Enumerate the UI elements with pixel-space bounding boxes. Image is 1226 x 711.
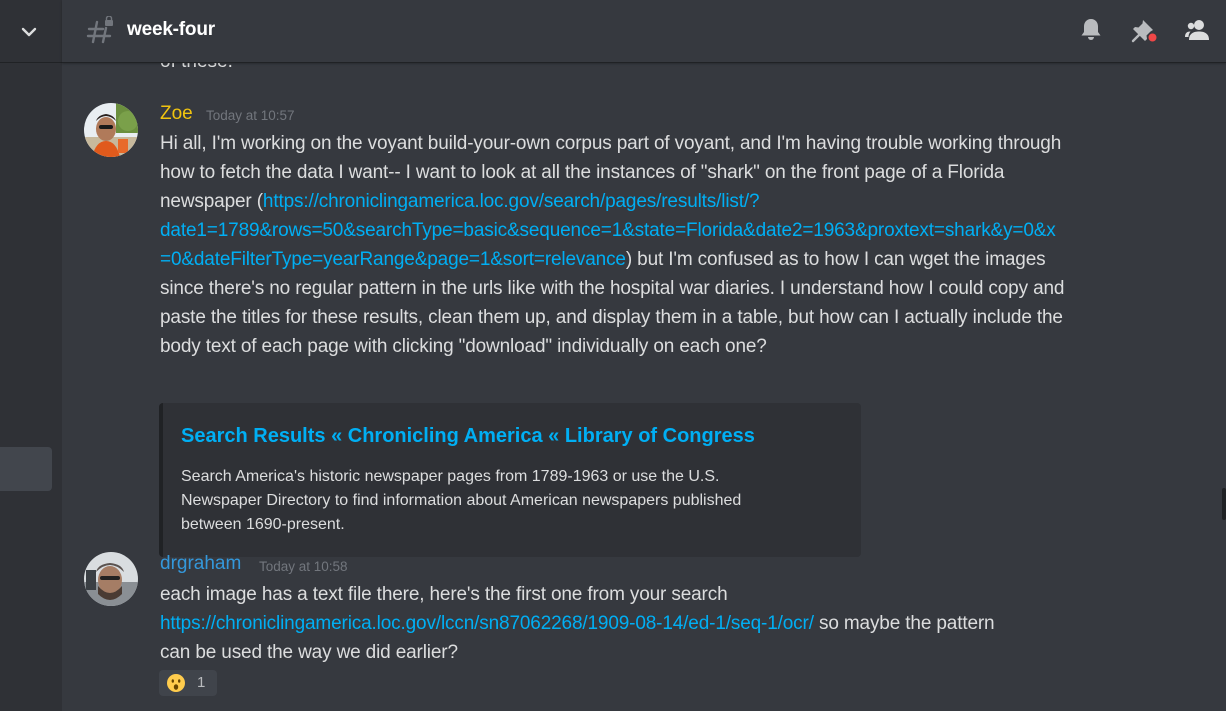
channel-name: week-four [127,19,215,40]
message-line: newspaper (https://chroniclingamerica.lo… [160,187,1160,216]
reaction-button[interactable]: 1 [159,670,217,696]
previous-message-fragment: of these. [160,63,233,73]
embed-description-line: Search America's historic newspaper page… [181,468,720,485]
reaction-count: 1 [197,674,206,691]
bell-icon[interactable] [1077,16,1105,44]
author-label[interactable]: drgraham [160,553,241,574]
message-line: each image has a text file there, here's… [160,584,728,605]
embed-description: Search America's historic newspaper page… [181,465,831,537]
message-content: Hi all, I'm working on the voyant build-… [160,129,1160,361]
message-line: https://chroniclingamerica.loc.gov/lccn/… [160,609,1160,638]
message-text: ) but I'm confused as to how I can wget … [625,249,1046,270]
timestamp: Today at 10:58 [259,559,348,574]
timestamp: Today at 10:57 [206,108,295,123]
author-label[interactable]: Zoe [160,103,193,124]
author-name[interactable]: Zoe [160,103,193,125]
message-content: each image has a text file there, here's… [160,580,1160,667]
hushed-face-icon [167,674,185,692]
message-line: can be used the way we did earlier? [160,642,458,663]
channel-header: week-four [62,0,1226,63]
sidebar-selected-item[interactable] [0,447,52,491]
message-line: since there's no regular pattern in the … [160,278,1065,299]
scrollbar-thumb[interactable] [1222,488,1226,520]
hash-locked-icon [86,16,113,44]
notification-dot [1148,33,1157,42]
chevron-down-icon[interactable] [19,22,39,42]
members-icon[interactable] [1184,16,1212,44]
pin-icon[interactable] [1130,16,1158,44]
message-line: Hi all, I'm working on the voyant build-… [160,133,1062,154]
message-text: so maybe the pattern [813,613,995,634]
search-link[interactable]: https://chroniclingamerica.loc.gov/searc… [263,191,760,212]
server-sidebar [0,0,62,711]
link-embed: Search Results « Chronicling America « L… [159,403,861,557]
avatar[interactable] [84,103,138,157]
message-line: =0&dateFilterType=yearRange&page=1&sort=… [160,245,1160,274]
message-line: paste the titles for these results, clea… [160,307,1063,328]
message-line: body text of each page with clicking "do… [160,336,767,357]
embed-description-line: between 1690-present. [181,516,345,533]
ocr-link[interactable]: https://chroniclingamerica.loc.gov/lccn/… [160,613,814,634]
embed-title[interactable]: Search Results « Chronicling America « L… [181,425,755,448]
avatar[interactable] [84,552,138,606]
search-link-cont[interactable]: date1=1789&rows=50&searchType=basic&sequ… [160,220,1056,241]
message-line: date1=1789&rows=50&searchType=basic&sequ… [160,216,1160,245]
author-name[interactable]: drgraham [160,553,241,575]
message-line: how to fetch the data I want-- I want to… [160,162,1005,183]
message-text: newspaper ( [160,191,263,212]
messages-area[interactable]: of these. Zoe Today at 10:57 Hi all, I'm… [62,63,1226,711]
sidebar-header [0,0,62,63]
embed-description-line: Newspaper Directory to find information … [181,492,742,509]
search-link-end[interactable]: =0&dateFilterType=yearRange&page=1&sort=… [160,249,626,270]
